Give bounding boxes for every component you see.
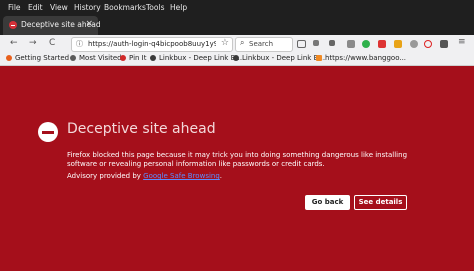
- extension-red-icon[interactable]: [378, 40, 386, 48]
- advisory-prefix: Advisory provided by: [67, 172, 144, 180]
- navigation-toolbar: ← → C ⓘ https://auth-login-q4bicpoob8uuy…: [0, 35, 474, 54]
- downloads-icon[interactable]: [313, 40, 319, 46]
- library-icon[interactable]: [329, 40, 335, 46]
- warning-page: Deceptive site ahead Firefox blocked thi…: [0, 66, 474, 271]
- menu-view[interactable]: View: [50, 3, 68, 12]
- bookmark-linkbux-1[interactable]: Linkbux - Deep Link B...: [150, 54, 242, 62]
- bookmark-star-icon[interactable]: ☆: [221, 38, 229, 48]
- pinterest-icon: [120, 55, 126, 61]
- url-bar[interactable]: ⓘ https://auth-login-q4bicpoob8uuy1y98mr…: [71, 37, 233, 52]
- go-back-button[interactable]: Go back: [305, 195, 350, 210]
- pocket-icon[interactable]: [297, 40, 306, 48]
- menu-hamburger-icon[interactable]: ≡: [458, 37, 466, 47]
- bookmark-label: Pin It: [129, 54, 147, 62]
- extension-dark-icon[interactable]: [440, 40, 448, 48]
- bookmark-banggood[interactable]: https://www.banggoo...: [316, 54, 406, 62]
- site-info-icon[interactable]: ⓘ: [76, 39, 83, 49]
- banggood-icon: [316, 55, 322, 61]
- bookmark-label: Linkbux - Deep Link B...: [159, 54, 243, 62]
- extension-gray-icon[interactable]: [347, 40, 355, 48]
- tab-bar: Deceptive site ahead × +: [0, 15, 474, 45]
- see-details-button[interactable]: See details: [354, 195, 407, 210]
- forward-button[interactable]: →: [29, 38, 37, 48]
- bookmarks-toolbar: Getting Started Most Visited Pin It Link…: [0, 53, 474, 66]
- bookmark-label: https://www.banggoo...: [325, 54, 407, 62]
- extension-green-icon[interactable]: [362, 40, 370, 48]
- bookmark-label: Getting Started: [15, 54, 70, 62]
- menu-help[interactable]: Help: [170, 3, 187, 12]
- menu-history[interactable]: History: [74, 3, 101, 12]
- browser-window: File Edit View History Bookmarks Tools H…: [0, 0, 474, 271]
- search-icon: ⌕: [240, 38, 245, 47]
- gear-icon: [70, 55, 76, 61]
- blocked-warning-icon: [38, 122, 58, 142]
- advisory-suffix: .: [219, 172, 223, 180]
- extension-circle-icon[interactable]: [410, 40, 418, 48]
- reload-button[interactable]: C: [49, 38, 55, 48]
- search-box[interactable]: ⌕ Search: [235, 37, 293, 52]
- bookmark-pin-it[interactable]: Pin It: [120, 54, 146, 62]
- page-title: Deceptive site ahead: [67, 121, 216, 137]
- url-text[interactable]: https://auth-login-q4bicpoob8uuy1y98mr: [88, 40, 216, 48]
- bookmark-most-visited[interactable]: Most Visited: [70, 54, 122, 62]
- firefox-icon: [6, 55, 12, 61]
- menu-bookmarks[interactable]: Bookmarks: [104, 3, 146, 12]
- blocker-icon[interactable]: [424, 40, 432, 48]
- blocked-favicon-icon: [9, 21, 17, 29]
- menu-edit[interactable]: Edit: [28, 3, 43, 12]
- search-placeholder: Search: [249, 40, 274, 48]
- back-button[interactable]: ←: [10, 38, 18, 48]
- extension-yellow-icon[interactable]: [394, 40, 402, 48]
- tab-deceptive-site[interactable]: Deceptive site ahead ×: [3, 16, 101, 35]
- folder-icon: [150, 55, 156, 61]
- folder-icon: [233, 55, 239, 61]
- menu-tools[interactable]: Tools: [146, 3, 164, 12]
- bookmark-getting-started[interactable]: Getting Started: [6, 54, 69, 62]
- bookmark-linkbux-2[interactable]: Linkbux - Deep Link B...: [233, 54, 325, 62]
- bookmark-label: Linkbux - Deep Link B...: [242, 54, 326, 62]
- advisory-text: Advisory provided by Google Safe Browsin…: [67, 172, 222, 180]
- menu-bar: File Edit View History Bookmarks Tools H…: [0, 0, 474, 15]
- warning-description: Firefox blocked this page because it may…: [67, 151, 408, 168]
- menu-file[interactable]: File: [8, 3, 21, 12]
- bookmark-label: Most Visited: [79, 54, 122, 62]
- tab-close-icon[interactable]: ×: [85, 19, 93, 29]
- safe-browsing-link[interactable]: Google Safe Browsing: [143, 172, 220, 180]
